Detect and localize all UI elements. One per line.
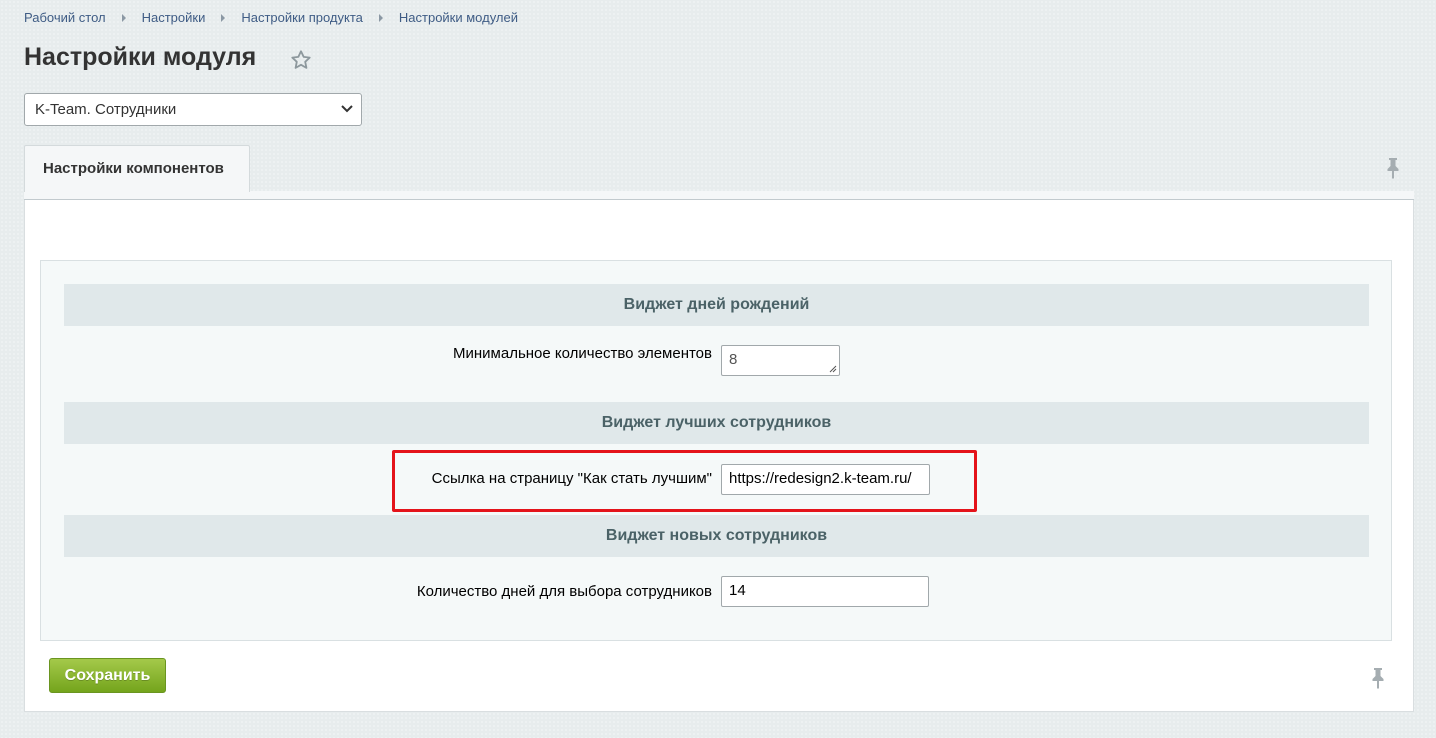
days-count-value: 14	[729, 582, 746, 599]
field-label-best-link: Ссылка на страницу "Как стать лучшим"	[431, 470, 712, 487]
tab-component-settings[interactable]: Настройки компонентов	[24, 145, 250, 192]
module-select[interactable]: K-Team. Сотрудники	[24, 93, 362, 126]
min-elements-value: 8	[729, 351, 738, 368]
section-header-birthdays: Виджет дней рождений	[64, 284, 1369, 326]
tab-label: Настройки компонентов	[43, 160, 224, 177]
settings-form: Виджет дней рождений Минимальное количес…	[40, 260, 1392, 641]
chevron-right-icon	[121, 13, 126, 22]
field-label-days-count: Количество дней для выбора сотрудников	[416, 583, 712, 600]
pin-icon[interactable]	[1386, 157, 1400, 179]
section-header-best-employees: Виджет лучших сотрудников	[64, 402, 1369, 444]
best-link-input[interactable]: https://redesign2.k-team.ru/	[721, 464, 930, 495]
field-label-min-elements: Минимальное количество элементов	[453, 345, 712, 362]
days-count-input[interactable]: 14	[721, 576, 929, 607]
page-title: Настройки модуля	[24, 43, 257, 71]
resize-handle-icon[interactable]	[829, 365, 837, 373]
star-icon[interactable]	[290, 49, 312, 71]
save-button[interactable]: Сохранить	[49, 658, 166, 693]
min-elements-textarea[interactable]: 8	[721, 345, 840, 376]
breadcrumb-item-settings[interactable]: Настройки	[142, 10, 206, 25]
chevron-down-icon	[341, 105, 353, 113]
breadcrumb-item-product-settings[interactable]: Настройки продукта	[241, 10, 363, 25]
breadcrumb: Рабочий стол Настройки Настройки продукт…	[24, 10, 518, 25]
section-header-new-employees: Виджет новых сотрудников	[64, 515, 1369, 557]
chevron-right-icon	[221, 13, 226, 22]
module-select-value: K-Team. Сотрудники	[35, 101, 177, 118]
best-link-value: https://redesign2.k-team.ru/	[729, 470, 912, 487]
breadcrumb-item-desktop[interactable]: Рабочий стол	[24, 10, 106, 25]
pin-icon[interactable]	[1371, 667, 1385, 689]
breadcrumb-item-module-settings[interactable]: Настройки модулей	[399, 10, 518, 25]
settings-panel: Виджет дней рождений Минимальное количес…	[24, 200, 1414, 712]
chevron-right-icon	[378, 13, 383, 22]
